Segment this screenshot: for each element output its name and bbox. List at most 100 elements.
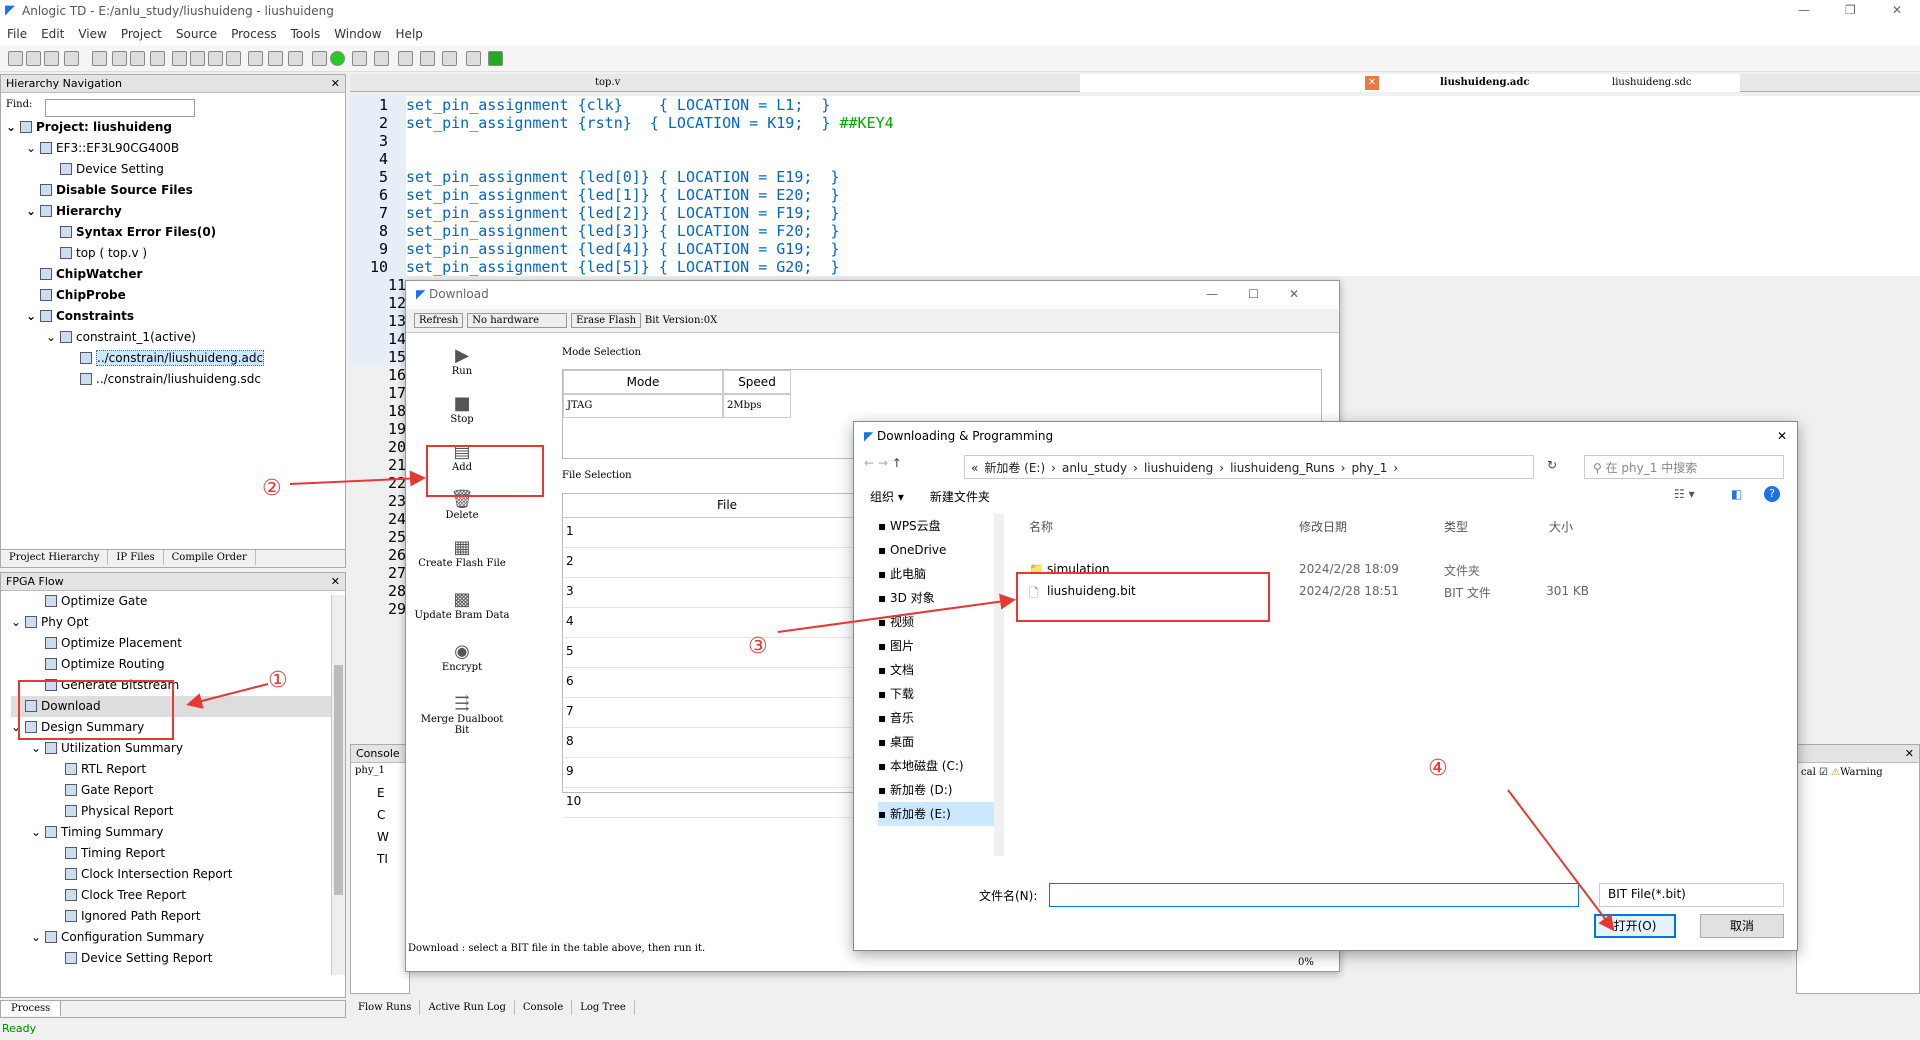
help-icon[interactable]: ? [1764, 486, 1780, 502]
close-button[interactable]: ✕ [1892, 3, 1902, 17]
expander-icon[interactable]: ⌄ [46, 327, 60, 348]
flow-item[interactable]: Gate Report [11, 780, 345, 801]
hier-item[interactable]: Device Setting [6, 159, 345, 180]
toolbar-icon-10[interactable] [208, 51, 223, 66]
up-icon[interactable]: ↑ [892, 456, 902, 470]
flow-item[interactable]: Physical Report [11, 801, 345, 822]
refresh-icon[interactable]: ↻ [1547, 458, 1557, 472]
find-input[interactable] [45, 99, 195, 117]
menu-process[interactable]: Process [224, 24, 284, 44]
tab-0[interactable]: Project Hierarchy [1, 550, 109, 565]
nav-item[interactable]: ▪ 视频 [878, 610, 1004, 634]
menu-tools[interactable]: Tools [284, 24, 328, 44]
dl-stop-button[interactable]: ■ Stop [414, 393, 510, 441]
path-segment[interactable]: 新加卷 (E:) [984, 461, 1045, 475]
path-segment[interactable]: liushuideng [1144, 461, 1213, 475]
toolbar-icon-6[interactable] [130, 51, 145, 66]
flow-item[interactable]: ⌄ Configuration Summary [11, 927, 345, 948]
menu-view[interactable]: View [71, 24, 113, 44]
menu-file[interactable]: File [0, 24, 34, 44]
nav-item[interactable]: ▪ 新加卷 (D:) [878, 778, 1004, 802]
col-date[interactable]: 修改日期 [1299, 518, 1347, 535]
console-tab[interactable]: Active Run Log [420, 1000, 515, 1015]
erase-flash-button[interactable]: Erase Flash [571, 313, 642, 328]
file-row[interactable]: 8 [563, 728, 861, 758]
toolbar-icon-19[interactable] [398, 51, 413, 66]
toolbar-icon-7[interactable] [150, 51, 165, 66]
file-row[interactable]: 9 [563, 758, 861, 788]
maximize-button[interactable]: ❐ [1845, 3, 1856, 17]
dl-merge-dualboot-bit-button[interactable]: ⇶ Merge Dualboot Bit [414, 693, 510, 745]
forward-icon[interactable]: → [878, 456, 888, 470]
file-row[interactable]: 4 [563, 608, 861, 638]
path-segment[interactable]: anlu_study [1062, 461, 1127, 475]
hier-item[interactable]: ../constrain/liushuideng.sdc [6, 369, 345, 390]
console-tab[interactable]: Flow Runs [350, 1000, 421, 1015]
code-editor[interactable]: 1 set_pin_assignment {clk} { LOCATION = L… [350, 96, 1920, 366]
menu-edit[interactable]: Edit [34, 24, 71, 44]
hier-item[interactable]: top ( top.v ) [6, 243, 345, 264]
nav-item[interactable]: ▪ 此电脑 [878, 562, 1004, 586]
console-row[interactable]: E [351, 786, 409, 808]
console-row[interactable]: TI [351, 852, 409, 874]
flow-scrollbar[interactable] [331, 595, 345, 975]
nav-item[interactable]: ▪ 下载 [878, 682, 1004, 706]
col-type[interactable]: 类型 [1444, 518, 1468, 535]
console-tab-phy1[interactable]: phy_1 [351, 763, 409, 778]
toolbar-icon-0[interactable] [8, 51, 23, 66]
flow-item[interactable]: ⌄ Timing Summary [11, 822, 345, 843]
flow-item[interactable]: RTL Report [11, 759, 345, 780]
close-icon[interactable]: ✕ [331, 77, 340, 90]
toolbar-icon-12[interactable] [248, 51, 263, 66]
toolbar-icon-20[interactable] [420, 51, 435, 66]
menu-source[interactable]: Source [169, 24, 224, 44]
path-segment[interactable]: « [971, 461, 978, 475]
toolbar-icon-16[interactable] [330, 51, 345, 66]
col-size[interactable]: 大小 [1549, 518, 1573, 535]
address-bar[interactable]: « 新加卷 (E:) › anlu_study › liushuideng › liushui… [964, 455, 1534, 479]
hier-item[interactable]: Syntax Error Files(0) [6, 222, 345, 243]
expander-icon[interactable]: ⌄ [31, 738, 45, 759]
tab-top-v[interactable]: top.v [595, 77, 620, 88]
file-row[interactable]: 5 [563, 638, 861, 668]
toolbar-icon-23[interactable] [488, 51, 503, 66]
hier-item[interactable]: ⌄ Constraints [6, 306, 345, 327]
view-options-icon[interactable]: ☷ ▾ [1674, 487, 1695, 501]
dl-update-bram-data-button[interactable]: ▩ Update Bram Data [414, 589, 510, 641]
toolbar-icon-5[interactable] [112, 51, 127, 66]
toolbar-icon-11[interactable] [226, 51, 241, 66]
filter-select[interactable]: BIT File(*.bit) [1599, 883, 1784, 907]
close-icon[interactable]: ✕ [331, 575, 340, 588]
menu-help[interactable]: Help [389, 24, 430, 44]
hier-item[interactable]: Disable Source Files [6, 180, 345, 201]
toolbar-icon-9[interactable] [190, 51, 205, 66]
file-row[interactable]: 3 [563, 578, 861, 608]
cancel-button[interactable]: 取消 [1700, 914, 1784, 938]
file-row[interactable]: 6 [563, 668, 861, 698]
close-tab-icon[interactable]: ✕ [1365, 76, 1379, 90]
path-segment[interactable]: › [1393, 461, 1398, 475]
console-row[interactable]: W [351, 830, 409, 852]
path-segment[interactable]: liushuideng_Runs [1230, 461, 1335, 475]
expander-icon[interactable]: ⌄ [6, 117, 20, 138]
new-folder-button[interactable]: 新建文件夹 [930, 490, 990, 504]
expander-icon[interactable]: ⌄ [26, 201, 40, 222]
toolbar-icon-18[interactable] [374, 51, 389, 66]
col-name[interactable]: 名称 [1029, 518, 1053, 535]
speed-select[interactable]: 2Mbps [723, 394, 791, 418]
flow-item[interactable]: Optimize Placement [11, 633, 345, 654]
flow-item[interactable]: Clock Tree Report [11, 885, 345, 906]
toolbar-icon-8[interactable] [172, 51, 187, 66]
open-button[interactable]: 打开(O) [1594, 914, 1676, 938]
hier-item[interactable]: ⌄ EF3::EF3L90CG400B [6, 138, 345, 159]
tab-process[interactable]: Process [1, 1001, 62, 1016]
nav-item[interactable]: ▪ 新加卷 (E:) [878, 802, 1004, 826]
close-icon[interactable]: ✕ [1905, 747, 1914, 760]
console-tab[interactable]: Console [515, 1000, 573, 1015]
toolbar-icon-15[interactable] [312, 51, 327, 66]
refresh-button[interactable]: Refresh [414, 313, 464, 328]
toolbar-icon-22[interactable] [466, 51, 481, 66]
toolbar-icon-4[interactable] [92, 51, 107, 66]
file-row[interactable]: 2 [563, 548, 861, 578]
dialog-close-icon[interactable]: ✕ [1777, 429, 1787, 443]
